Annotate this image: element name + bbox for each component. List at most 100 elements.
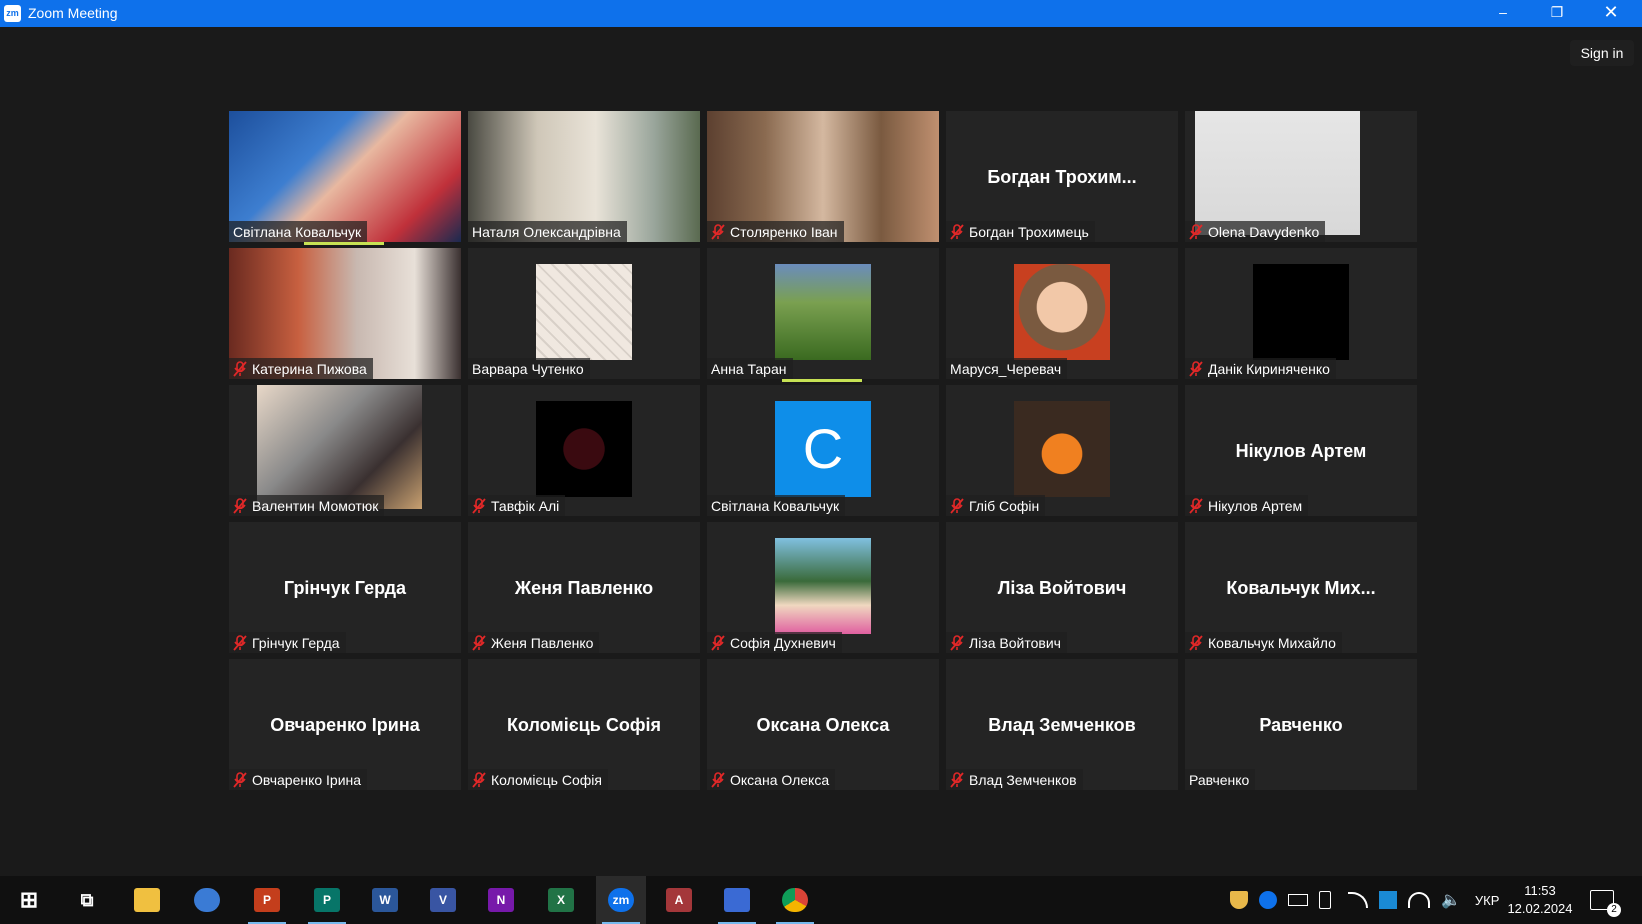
window-title: Zoom Meeting <box>28 5 118 21</box>
taskbar-visio-button[interactable]: V <box>418 876 468 924</box>
participant-avatar <box>257 385 422 509</box>
task-view-icon: ⧉ <box>80 890 94 910</box>
participant-tile[interactable]: C Світлана Ковальчук <box>707 385 939 516</box>
notification-center[interactable]: 2 <box>1590 876 1621 924</box>
clock[interactable]: 11:53 12.02.2024 <box>1500 882 1580 918</box>
notification-icon: 2 <box>1590 890 1621 917</box>
participant-name: Богдан Трохимець <box>969 223 1089 240</box>
participant-tile[interactable]: Нікулов Артем Нікулов Артем <box>1185 385 1417 516</box>
participant-name: Грінчук Герда <box>252 634 340 651</box>
zoom-tray-icon[interactable] <box>1259 891 1277 909</box>
participant-tile[interactable]: Olena Davydenko <box>1185 111 1417 242</box>
muted-mic-icon <box>711 771 725 788</box>
excel-icon: X <box>548 888 574 912</box>
participant-avatar <box>536 401 632 497</box>
participant-tile[interactable]: Влад Земченков Влад Земченков <box>946 659 1178 790</box>
participant-avatar <box>1014 401 1110 497</box>
participant-name-label: Оксана Олекса <box>707 769 836 790</box>
network-icon[interactable] <box>1348 892 1368 908</box>
participant-name-placeholder: Овчаренко Ірина <box>270 714 420 735</box>
participant-tile[interactable]: Софія Духневич <box>707 522 939 653</box>
taskbar-word-button[interactable]: W <box>360 876 410 924</box>
participant-name-label: Анна Таран <box>707 358 793 379</box>
taskbar-save-app-button[interactable] <box>712 876 762 924</box>
muted-mic-icon <box>1189 634 1203 651</box>
participant-tile[interactable]: Грінчук Герда Грінчук Герда <box>229 522 461 653</box>
participant-tile[interactable]: Овчаренко Ірина Овчаренко Ірина <box>229 659 461 790</box>
participant-tile[interactable]: Валентин Момотюк <box>229 385 461 516</box>
participant-tile[interactable]: Данік Кириняченко <box>1185 248 1417 379</box>
participant-name: Софія Духневич <box>730 634 836 651</box>
muted-mic-icon <box>1189 497 1203 514</box>
participant-tile[interactable]: Маруся_Черевач <box>946 248 1178 379</box>
minimize-button[interactable]: – <box>1480 0 1526 27</box>
participant-tile[interactable]: Столяренко Іван <box>707 111 939 242</box>
participant-tile[interactable]: Коломієць Софія Коломієць Софія <box>468 659 700 790</box>
participant-name: Данік Кириняченко <box>1208 360 1330 377</box>
participant-tile[interactable]: Равченко Равченко <box>1185 659 1417 790</box>
participant-name-label: Ковальчук Михайло <box>1185 632 1342 653</box>
participant-name-placeholder: Ліза Войтович <box>997 577 1127 598</box>
participant-name: Оксана Олекса <box>730 771 830 788</box>
participant-name: Тавфік Алі <box>491 497 560 514</box>
participant-name-placeholder: Богдан Трохим... <box>987 166 1137 187</box>
taskbar-publisher-button[interactable]: P <box>302 876 352 924</box>
zoom-logo-icon: zm <box>4 5 21 22</box>
participant-tile[interactable]: Анна Таран <box>707 248 939 379</box>
participant-name-label: Софія Духневич <box>707 632 842 653</box>
sign-in-button[interactable]: Sign in <box>1570 40 1634 66</box>
notification-count: 2 <box>1607 903 1621 917</box>
close-button[interactable]: ✕ <box>1588 0 1634 27</box>
participant-tile[interactable]: Женя Павленко Женя Павленко <box>468 522 700 653</box>
participant-name: Ковальчук Михайло <box>1208 634 1336 651</box>
participant-tile[interactable]: Світлана Ковальчук <box>229 111 461 242</box>
participant-name: Равченко <box>1189 771 1250 788</box>
muted-mic-icon <box>950 223 964 240</box>
participant-tile[interactable]: Тавфік Алі <box>468 385 700 516</box>
usb-icon[interactable] <box>1319 891 1331 909</box>
battery-icon[interactable] <box>1288 894 1308 906</box>
taskbar-task-view-button[interactable]: ⧉ <box>62 876 112 924</box>
participant-tile[interactable]: Богдан Трохим... Богдан Трохимець <box>946 111 1178 242</box>
participant-name-placeholder: Нікулов Артем <box>1235 440 1367 461</box>
taskbar-onedrive-button[interactable] <box>182 876 232 924</box>
participant-name: Столяренко Іван <box>730 223 838 240</box>
participant-tile[interactable]: Гліб Софін <box>946 385 1178 516</box>
taskbar-chrome-button[interactable] <box>770 876 820 924</box>
taskbar-onenote-button[interactable]: N <box>476 876 526 924</box>
taskbar-start-button[interactable]: ⊞ <box>4 876 54 924</box>
participant-name-label: Богдан Трохимець <box>946 221 1095 242</box>
language-indicator[interactable]: УКР <box>1475 893 1500 908</box>
muted-mic-icon <box>233 634 247 651</box>
taskbar-excel-button[interactable]: X <box>536 876 586 924</box>
participant-tile[interactable]: Наталя Олександрівна <box>468 111 700 242</box>
word-icon: W <box>372 888 398 912</box>
taskbar-zoom-button[interactable]: zm <box>596 876 646 924</box>
participant-name-placeholder: Грінчук Герда <box>283 577 407 598</box>
app-tray-icon[interactable] <box>1379 891 1397 909</box>
muted-mic-icon <box>233 360 247 377</box>
participant-tile[interactable]: Ковальчук Мих... Ковальчук Михайло <box>1185 522 1417 653</box>
muted-mic-icon <box>1189 223 1203 240</box>
taskbar-access-button[interactable]: A <box>654 876 704 924</box>
taskbar-file-explorer-button[interactable] <box>122 876 172 924</box>
participant-name-label: Нікулов Артем <box>1185 495 1309 516</box>
security-icon[interactable] <box>1230 891 1248 909</box>
participant-name-label: Грінчук Герда <box>229 632 346 653</box>
participant-name-placeholder: Влад Земченков <box>988 714 1136 735</box>
participant-tile[interactable]: Ліза Войтович Ліза Войтович <box>946 522 1178 653</box>
participant-name-label: Olena Davydenko <box>1185 221 1326 242</box>
wifi-icon[interactable] <box>1408 892 1430 908</box>
participant-name: Світлана Ковальчук <box>711 497 840 514</box>
taskbar-powerpoint-button[interactable]: P <box>242 876 292 924</box>
volume-icon[interactable]: 🔈 <box>1441 890 1461 910</box>
participant-avatar <box>536 264 632 360</box>
participant-tile[interactable]: Катерина Пижова <box>229 248 461 379</box>
powerpoint-icon: P <box>254 888 280 912</box>
participant-name: Анна Таран <box>711 360 787 377</box>
participant-tile[interactable]: Варвара Чутенко <box>468 248 700 379</box>
participant-name: Наталя Олександрівна <box>472 223 621 240</box>
restore-button[interactable]: ❐ <box>1534 0 1580 27</box>
participant-tile[interactable]: Оксана Олекса Оксана Олекса <box>707 659 939 790</box>
participant-name-label: Варвара Чутенко <box>468 358 590 379</box>
